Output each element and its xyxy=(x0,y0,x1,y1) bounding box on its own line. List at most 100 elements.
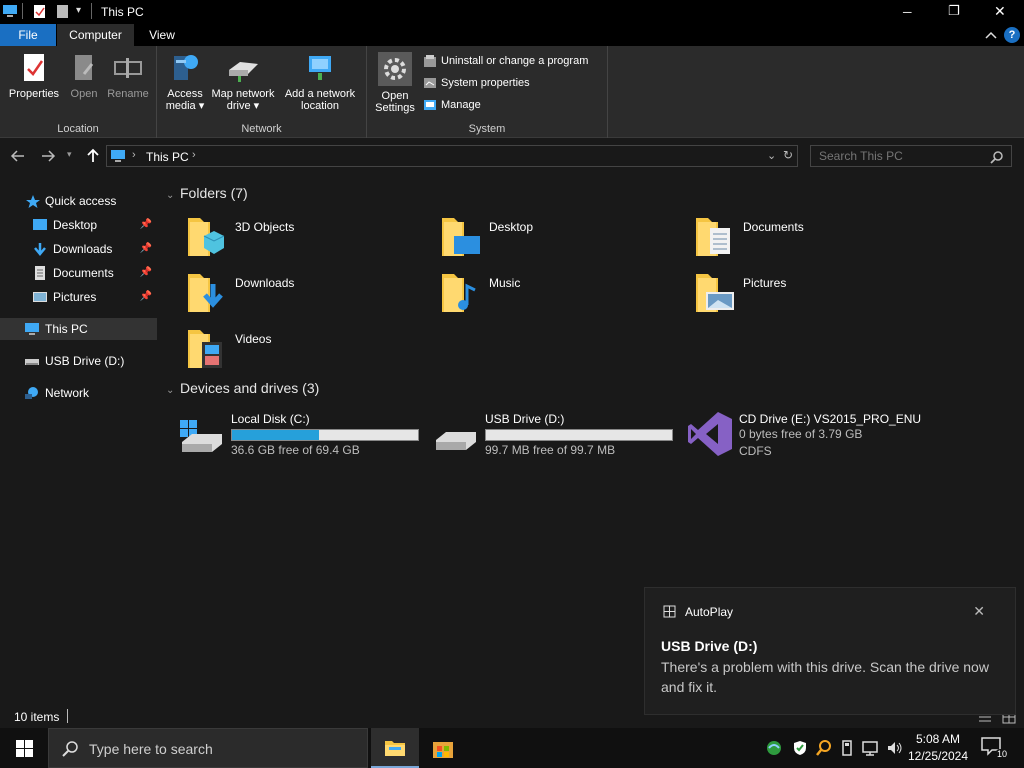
store-icon xyxy=(433,742,453,758)
minimize-button[interactable]: ─ xyxy=(886,0,932,24)
minimize-icon: ─ xyxy=(903,5,912,19)
search-input[interactable] xyxy=(810,145,1012,167)
navigation-bar: ▾ › This PC › ⌄ ↻ xyxy=(0,139,1024,173)
breadcrumb-this-pc[interactable]: This PC xyxy=(146,150,189,164)
sidebar-item-network[interactable]: Network xyxy=(0,382,157,404)
tab-view[interactable]: View xyxy=(137,24,187,46)
clock-time: 5:08 AM xyxy=(915,732,961,746)
sidebar-item-this-pc[interactable]: This PC xyxy=(0,318,157,340)
taskbar-microsoft-store[interactable] xyxy=(419,728,467,768)
folder-item-desktop[interactable]: Desktop xyxy=(416,212,666,262)
maximize-button[interactable]: ❐ xyxy=(932,0,978,24)
sidebar-item-quick-access[interactable]: Quick access xyxy=(0,190,157,212)
taskbar: Type here to search 5:08 AM 12/25/2024 1… xyxy=(0,728,1024,768)
up-arrow-icon[interactable] xyxy=(85,148,101,164)
address-history-icon[interactable]: ⌄ xyxy=(767,149,776,162)
devices-section-header[interactable]: ⌄ Devices and drives (3) xyxy=(166,378,319,398)
add-network-location-button[interactable]: Add a network location xyxy=(280,52,360,112)
folder-item-documents[interactable]: Documents xyxy=(670,212,920,262)
documents-folder-icon xyxy=(696,218,730,256)
properties-icon xyxy=(24,54,44,81)
toast-app-name: AutoPlay xyxy=(685,605,734,619)
close-icon[interactable]: ✕ xyxy=(973,603,985,620)
drive-item-local-disk[interactable]: Local Disk (C:) 36.6 GB free of 69.4 GB xyxy=(158,406,419,457)
network-tray-icon[interactable] xyxy=(862,740,880,756)
usb-drive-icon xyxy=(436,432,476,450)
taskbar-search-box[interactable]: Type here to search xyxy=(48,728,368,768)
window-title: This PC xyxy=(101,5,144,19)
open-button[interactable]: Open xyxy=(64,52,104,100)
settings-gear-icon xyxy=(378,52,412,86)
videos-folder-icon xyxy=(188,330,222,368)
edge-update-icon[interactable] xyxy=(766,740,782,756)
system-properties-button[interactable]: System properties xyxy=(423,74,530,92)
manage-button[interactable]: Manage xyxy=(423,96,481,114)
desktop-folder-icon xyxy=(442,218,480,256)
pictures-folder-icon xyxy=(696,274,734,312)
properties-button[interactable]: Properties xyxy=(6,52,62,100)
system-properties-icon xyxy=(424,78,436,89)
music-folder-icon xyxy=(442,274,476,312)
customize-quick-access-icon[interactable]: ▾ xyxy=(76,5,81,16)
search-icon xyxy=(990,151,1003,164)
taskbar-clock[interactable]: 5:08 AM 12/25/2024 xyxy=(904,731,972,765)
restore-icon: ❐ xyxy=(948,3,960,18)
forward-arrow-icon[interactable] xyxy=(40,148,56,164)
drive-item-cd-drive[interactable]: CD Drive (E:) VS2015_PRO_ENU 0 bytes fre… xyxy=(666,406,921,458)
search-icon xyxy=(62,741,78,757)
sidebar-item-downloads[interactable]: Downloads 📌 xyxy=(0,238,157,260)
properties-quick-icon[interactable] xyxy=(33,4,46,19)
uninstall-program-button[interactable]: Uninstall or change a program xyxy=(423,52,588,70)
tab-computer[interactable]: Computer xyxy=(57,24,134,46)
address-bar[interactable]: › This PC › ⌄ ↻ xyxy=(106,145,798,167)
ribbon-group-network: Access media ▾ Map network drive ▾ Add a… xyxy=(157,46,367,138)
desktop-icon xyxy=(33,219,47,230)
folder-item-pictures[interactable]: Pictures xyxy=(670,268,920,318)
sidebar-item-desktop[interactable]: Desktop 📌 xyxy=(0,214,157,236)
tab-file[interactable]: File xyxy=(0,24,56,46)
item-count: 10 items xyxy=(14,710,60,724)
back-arrow-icon[interactable] xyxy=(10,148,26,164)
start-button[interactable] xyxy=(0,728,48,768)
chevron-down-icon: ⌄ xyxy=(166,190,175,201)
picture-icon xyxy=(33,292,47,302)
open-icon xyxy=(75,55,94,80)
access-media-button[interactable]: Access media ▾ xyxy=(161,52,209,112)
sidebar-item-pictures[interactable]: Pictures 📌 xyxy=(0,286,157,308)
star-icon xyxy=(26,195,40,208)
autoplay-notification[interactable]: AutoPlay ✕ USB Drive (D:) There's a prob… xyxy=(644,587,1016,715)
new-folder-quick-icon[interactable] xyxy=(56,4,69,19)
uninstall-icon xyxy=(424,55,436,68)
map-network-drive-button[interactable]: Map network drive ▾ xyxy=(207,52,279,112)
sidebar-item-usb-drive[interactable]: USB Drive (D:) xyxy=(0,350,157,372)
close-button[interactable]: ✕ xyxy=(978,0,1024,24)
volume-icon[interactable] xyxy=(886,740,904,756)
recent-locations-icon[interactable]: ▾ xyxy=(67,149,72,160)
folder-item-videos[interactable]: Videos xyxy=(162,324,412,374)
3d-objects-folder-icon xyxy=(188,218,225,256)
collapse-ribbon-icon[interactable] xyxy=(984,28,998,42)
magnifier-icon[interactable] xyxy=(816,740,832,756)
file-explorer-icon xyxy=(385,741,405,756)
disk-usage-bar xyxy=(485,429,673,441)
folder-item-downloads[interactable]: Downloads xyxy=(162,268,412,318)
clock-date: 12/25/2024 xyxy=(907,749,969,763)
usb-eject-icon[interactable] xyxy=(840,740,854,756)
visual-studio-icon xyxy=(688,412,732,456)
drive-item-usb-drive[interactable]: USB Drive (D:) 99.7 MB free of 99.7 MB xyxy=(412,406,673,457)
rename-button[interactable]: Rename xyxy=(104,52,152,100)
windows-security-icon[interactable] xyxy=(792,740,808,756)
folders-section-header[interactable]: ⌄ Folders (7) xyxy=(166,183,248,203)
breadcrumb-chevron-icon[interactable]: › xyxy=(192,149,196,161)
toast-message: There's a problem with this drive. Scan … xyxy=(661,659,989,695)
taskbar-file-explorer[interactable] xyxy=(371,728,419,768)
refresh-icon[interactable]: ↻ xyxy=(783,148,793,162)
help-icon[interactable]: ? xyxy=(1004,27,1020,43)
title-bar: ▾ This PC ─ ❐ ✕ xyxy=(0,0,1024,24)
manage-icon xyxy=(424,100,436,111)
sidebar-item-documents[interactable]: Documents 📌 xyxy=(0,262,157,284)
pin-icon: 📌 xyxy=(139,267,152,278)
folder-item-3d-objects[interactable]: 3D Objects xyxy=(162,212,412,262)
open-settings-button[interactable]: Open Settings xyxy=(371,52,419,114)
folder-item-music[interactable]: Music xyxy=(416,268,666,318)
